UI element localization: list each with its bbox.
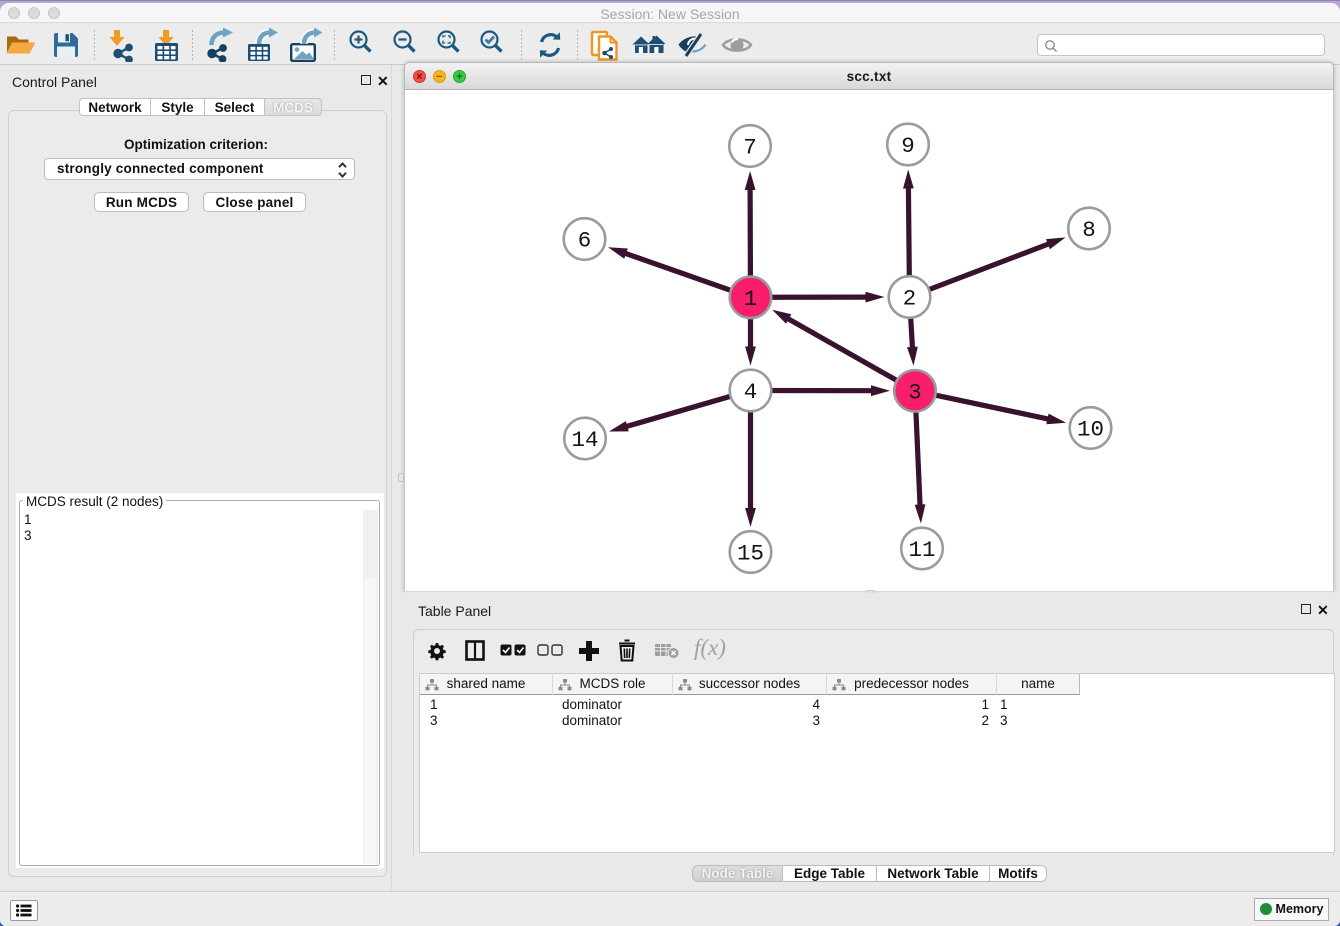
svg-text:14: 14 (571, 427, 598, 453)
svg-text:9: 9 (901, 133, 915, 159)
svg-text:15: 15 (737, 541, 764, 567)
svg-text:11: 11 (908, 537, 935, 563)
svg-text:8: 8 (1082, 217, 1096, 243)
svg-text:2: 2 (903, 286, 917, 312)
svg-text:10: 10 (1077, 417, 1104, 443)
svg-text:1: 1 (744, 286, 758, 312)
svg-text:4: 4 (744, 379, 758, 405)
svg-text:3: 3 (908, 379, 922, 405)
svg-text:6: 6 (578, 228, 592, 254)
svg-text:7: 7 (743, 135, 757, 161)
